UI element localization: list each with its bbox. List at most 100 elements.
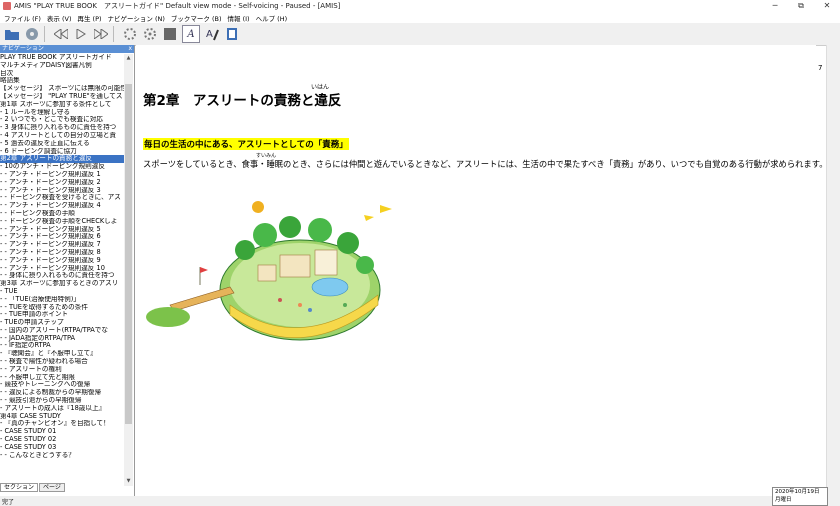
nav-item[interactable]: - - アンチ・ドーピング規則違反 5 xyxy=(0,226,124,234)
menu-file[interactable]: ファイル (F) xyxy=(4,13,41,23)
menu-info[interactable]: 情報 (I) xyxy=(228,13,250,23)
scrollbar-thumb[interactable] xyxy=(125,84,132,424)
maximize-button[interactable]: ⧉ xyxy=(788,0,814,12)
day-text: 月曜日 xyxy=(775,497,792,503)
content-area: 7 いはん 第2章 アスリートの責務と違反 毎日の生活の中にある、アスリートとし… xyxy=(136,45,828,496)
nav-item[interactable]: - - アスリートの権利 xyxy=(0,366,124,374)
stop-icon[interactable] xyxy=(162,26,178,42)
font-color-icon[interactable]: A xyxy=(204,26,220,42)
nav-item[interactable]: PLAY TRUE BOOK アスリートガイド xyxy=(0,54,124,62)
status-bar: 完了 xyxy=(0,496,840,506)
nav-item[interactable]: - 『真のチャンピオン』を目指して！ xyxy=(0,420,124,428)
nav-item[interactable]: - TUE xyxy=(0,288,124,296)
nav-item[interactable]: - - 不服申し立て先と期限 xyxy=(0,374,124,382)
scroll-up-icon[interactable]: ▲ xyxy=(124,54,133,63)
title-bar: AMIS "PLAY TRUE BOOK アスリートガイド" Default v… xyxy=(0,0,840,12)
navigation-header: ナビゲーション x xyxy=(0,45,134,53)
nav-item[interactable]: - 2 いつでも・どこでも検査に対応 xyxy=(0,116,124,124)
menu-help[interactable]: ヘルプ (H) xyxy=(256,13,288,23)
nav-item[interactable]: - - 「TUE(治療使用特例)」 xyxy=(0,296,124,304)
nav-item[interactable]: 略語集 xyxy=(0,77,124,85)
nav-item[interactable]: - - 検査で陽性が疑われる場合 xyxy=(0,358,124,366)
menu-view[interactable]: 表示 (V) xyxy=(47,13,72,23)
nav-item[interactable]: - 3 身体に摂り入れるものに責任を持つ xyxy=(0,124,124,132)
nav-item[interactable]: - - アンチ・ドーピング規則違反 8 xyxy=(0,249,124,257)
nav-item[interactable]: 第4章 CASE STUDY xyxy=(0,413,124,421)
nav-item[interactable]: - - TUEを取得するための条件 xyxy=(0,304,124,312)
navigation-header-label: ナビゲーション xyxy=(2,45,44,52)
settings-alt-icon[interactable] xyxy=(142,26,158,42)
nav-item[interactable]: - - こんなときどうする？ xyxy=(0,452,124,460)
open-icon[interactable] xyxy=(4,26,20,42)
nav-item[interactable]: - 5 過去の違反を正直に伝える xyxy=(0,140,124,148)
menu-bookmark[interactable]: ブックマーク (B) xyxy=(171,13,222,23)
nav-item[interactable]: - 6 ドーピング調査に協力 xyxy=(0,148,124,156)
navigation-tabs: セクション ページ xyxy=(0,483,66,492)
body-paragraph: スポーツをしているとき、食事・睡眠のとき、さらには仲間と遊んでいるときなど、アス… xyxy=(143,159,828,169)
nav-item[interactable]: - - ドーピング検査の手順をCHECKしよ xyxy=(0,218,124,226)
nav-item[interactable]: - TUEの申請ステップ xyxy=(0,319,124,327)
content-scrollbar[interactable] xyxy=(826,45,840,496)
menu-navigation[interactable]: ナビゲーション (N) xyxy=(108,13,165,23)
rewind-icon[interactable] xyxy=(53,26,69,42)
nav-item[interactable]: - - アンチ・ドーピング規則違反 2 xyxy=(0,179,124,187)
nav-item[interactable]: 第2章 アスリートの責務と違反 xyxy=(0,155,124,164)
nav-item[interactable]: - - ドーピング検査を受けるときに、アス xyxy=(0,194,124,202)
nav-item[interactable]: - CASE STUDY 03 xyxy=(0,444,124,452)
page-number: 7 xyxy=(818,64,823,72)
nav-item[interactable]: - - アンチ・ドーピング規則違反 6 xyxy=(0,233,124,241)
nav-item[interactable]: - 競技やトレーニングへの復帰 xyxy=(0,381,124,389)
window-controls: ─ ⧉ ✕ xyxy=(762,0,840,12)
nav-item[interactable]: - - 身体に摂り入れるものに責任を持つ xyxy=(0,272,124,280)
nav-item[interactable]: - 『聴聞会』と『不服申し立て』 xyxy=(0,350,124,358)
highlight-heading: 毎日の生活の中にある、アスリートとしての「責務」 xyxy=(143,138,349,150)
bookmark-icon[interactable] xyxy=(224,26,240,42)
nav-item[interactable]: - - 違反による制裁からの早期復帰 xyxy=(0,389,124,397)
nav-item[interactable]: - - アンチ・ドーピング規則違反 7 xyxy=(0,241,124,249)
fast-forward-icon[interactable] xyxy=(93,26,109,42)
close-button[interactable]: ✕ xyxy=(814,0,840,12)
date-tooltip: 2020年10月19日 月曜日 xyxy=(772,487,828,506)
nav-item[interactable]: - 1 ルールを理解し守る xyxy=(0,109,124,117)
disc-icon[interactable] xyxy=(24,26,40,42)
nav-item[interactable]: - 10のアンチ・ドーピング規則違反 xyxy=(0,163,124,171)
toolbar-divider xyxy=(44,26,45,42)
nav-item[interactable]: - CASE STUDY 01 xyxy=(0,428,124,436)
nav-item[interactable]: - - IF指定のRTPA xyxy=(0,342,124,350)
nav-item[interactable]: - 4 アスリートとしての自分の立場と責 xyxy=(0,132,124,140)
nav-item[interactable]: 第1章 スポーツに参加する条件として xyxy=(0,101,124,109)
nav-item[interactable]: - - 国内のアスリート(RTPA/TPAでな xyxy=(0,327,124,335)
minimize-button[interactable]: ─ xyxy=(762,0,788,12)
nav-item[interactable]: - CASE STUDY 02 xyxy=(0,436,124,444)
nav-item[interactable]: - - アンチ・ドーピング規則違反 4 xyxy=(0,202,124,210)
status-text: 完了 xyxy=(2,499,15,506)
nav-item[interactable]: - - JADA指定のRTPA/TPA xyxy=(0,335,124,343)
nav-item[interactable]: - - アンチ・ドーピング規則違反 3 xyxy=(0,187,124,195)
play-icon[interactable] xyxy=(73,26,89,42)
nav-item[interactable]: 【メッセージ】 スポーツには無限の可能性 xyxy=(0,85,124,93)
nav-item[interactable]: 【メッセージ】 "PLAY TRUE"を通してス xyxy=(0,93,124,101)
close-icon[interactable]: x xyxy=(128,45,132,53)
settings-icon[interactable] xyxy=(122,26,138,42)
svg-text:A: A xyxy=(206,29,213,40)
scroll-down-icon[interactable]: ▼ xyxy=(124,477,133,486)
nav-item[interactable]: - - アンチ・ドーピング規則違反 1 xyxy=(0,171,124,179)
navigation-scrollbar[interactable]: ▲ ▼ xyxy=(124,54,133,486)
nav-item[interactable]: - - アンチ・ドーピング規則違反 10 xyxy=(0,265,124,273)
nav-item[interactable]: - - TUE申請のポイント xyxy=(0,311,124,319)
park-illustration xyxy=(146,201,392,341)
text-style-icon[interactable]: A xyxy=(182,25,200,43)
nav-item[interactable]: - アスリートの成人は『18歳以上』 xyxy=(0,405,124,413)
window-title: AMIS "PLAY TRUE BOOK アスリートガイド" Default v… xyxy=(14,2,341,10)
nav-item[interactable]: - - ドーピング検査の手順 xyxy=(0,210,124,218)
chapter-title: 第2章 アスリートの責務と違反 xyxy=(143,93,342,109)
menu-play[interactable]: 再生 (P) xyxy=(77,13,101,23)
nav-item[interactable]: 第3章 スポーツに参加するときのアスリ xyxy=(0,280,124,288)
nav-item[interactable]: - - 競技引退からの早期復帰 xyxy=(0,397,124,405)
tab-page[interactable]: ページ xyxy=(39,483,65,492)
nav-item[interactable]: 目次 xyxy=(0,70,124,78)
toolbar-divider xyxy=(113,26,114,42)
nav-item[interactable]: マルチメディアDAISY図書凡例 xyxy=(0,62,124,70)
tab-section[interactable]: セクション xyxy=(0,483,39,492)
nav-item[interactable]: - - アンチ・ドーピング規則違反 9 xyxy=(0,257,124,265)
